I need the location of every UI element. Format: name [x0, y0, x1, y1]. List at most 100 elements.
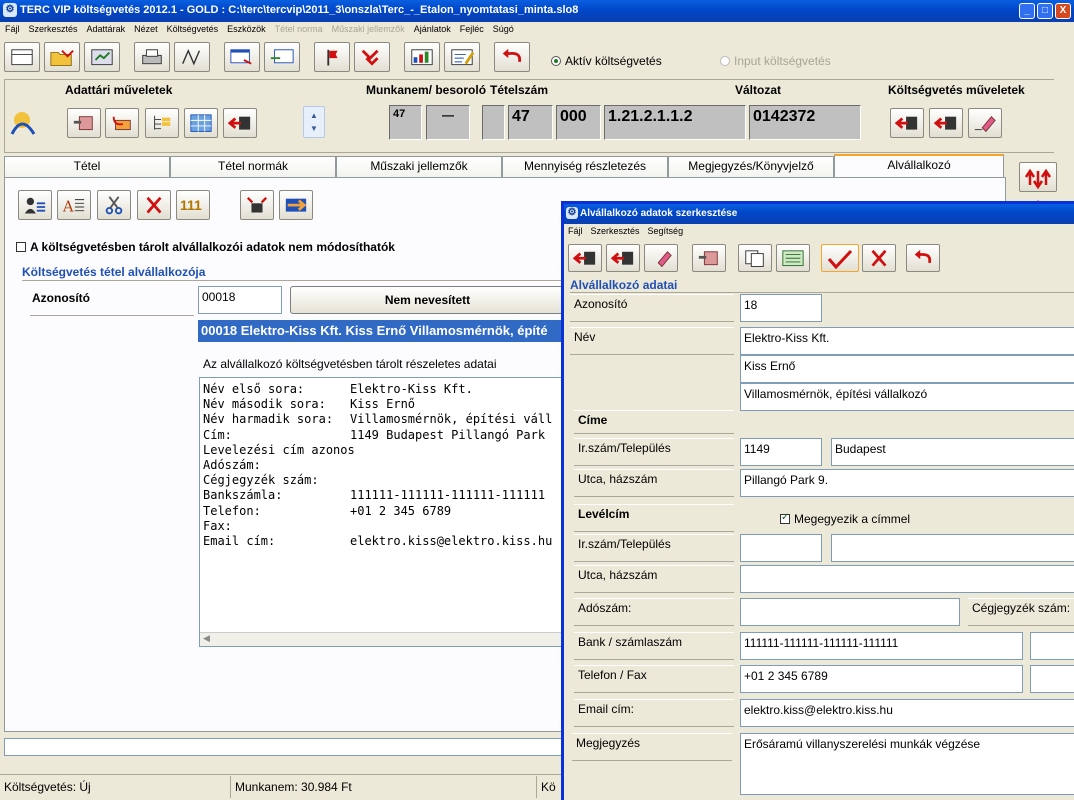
detail-value: Villamosmérnök, építési váll	[350, 412, 553, 427]
detail-value: 1149 Budapest Pillangó Park	[350, 427, 546, 442]
report-button[interactable]	[404, 42, 440, 72]
tab-muszaki[interactable]: Műszaki jellemzők	[336, 156, 502, 177]
new-button[interactable]	[4, 42, 40, 72]
menu-ajanlatok[interactable]: Ajánlatok	[409, 22, 455, 34]
print-button[interactable]	[134, 42, 170, 72]
menu-tools[interactable]: Eszközök	[222, 22, 270, 34]
person-card-button[interactable]	[18, 190, 52, 220]
preview-button[interactable]	[174, 42, 210, 72]
move-up-button[interactable]	[1019, 162, 1057, 192]
same-address-checkbox[interactable]: Megegyezik a címmel	[780, 512, 910, 526]
detail-key: Cégjegyzék szám:	[203, 473, 319, 488]
spin-down-icon[interactable]: ▼	[304, 124, 324, 133]
name-line1-input[interactable]: Elektro-Kiss Kft.	[740, 327, 1074, 355]
spin-control[interactable]: ▲ ▼	[303, 106, 325, 138]
back-button[interactable]	[494, 42, 530, 72]
save-button[interactable]	[84, 42, 120, 72]
spin-up-icon[interactable]: ▲	[304, 111, 324, 120]
menu-fejlec[interactable]: Fejléc	[455, 22, 488, 34]
dialog-title-bar[interactable]: ⚙ Alvállalkozó adatok szerkesztése	[564, 204, 1074, 224]
close-button[interactable]: X	[1055, 3, 1071, 19]
radio-active-budget[interactable]: Aktív költségvetés	[551, 54, 662, 68]
mail-street-input[interactable]	[740, 565, 1074, 593]
mail-zip-input[interactable]	[740, 534, 822, 562]
flag-button[interactable]	[314, 42, 350, 72]
horizontal-scrollbar[interactable]: ◀	[200, 632, 568, 646]
tab-mennyiseg[interactable]: Mennyiség részletezés	[502, 156, 668, 177]
main-title-bar[interactable]: ⚙ TERC VIP költségvetés 2012.1 - GOLD : …	[0, 0, 1074, 22]
section-title: Költségvetés tétel alvállalkozója	[22, 265, 206, 279]
edit-report-button[interactable]	[444, 42, 480, 72]
email-input[interactable]: elektro.kiss@elektro.kiss.hu	[740, 699, 1074, 727]
menu-file[interactable]: Fájl	[0, 22, 24, 34]
dlg-erase-button[interactable]	[644, 244, 678, 272]
zip-input[interactable]: 1149	[740, 438, 822, 466]
dlg-ok-button[interactable]	[821, 244, 859, 272]
bank-account-input[interactable]: 111111-111111-111111-111111	[740, 632, 1023, 660]
mail-city-input[interactable]	[831, 534, 1074, 562]
dlg-export-button[interactable]	[606, 244, 640, 272]
menu-koltsegvetes[interactable]: Költségvetés	[162, 22, 223, 34]
text-edit-button[interactable]: A	[57, 190, 91, 220]
kv-transfer-in-button[interactable]	[890, 108, 924, 138]
grid-button[interactable]	[184, 108, 218, 138]
locked-checkbox[interactable]: A költségvetésben tárolt alvállalkozói a…	[16, 240, 395, 254]
city-input[interactable]: Budapest	[831, 438, 1074, 466]
cancel-x-icon	[871, 249, 887, 267]
name-line2-input[interactable]: Kiss Ernő	[740, 355, 1074, 383]
collapse-button[interactable]	[240, 190, 274, 220]
azonosito-input[interactable]: 18	[740, 294, 822, 322]
minimize-button[interactable]: _	[1019, 3, 1035, 19]
transfer-button[interactable]	[223, 108, 257, 138]
list-icon	[782, 250, 804, 267]
maximize-button[interactable]: □	[1037, 3, 1053, 19]
dlg-hand-button[interactable]	[692, 244, 726, 272]
tab-alvallalkozo[interactable]: Alvállalkozó	[834, 154, 1004, 178]
label-megjegyzes: Megjegyzés	[572, 733, 732, 761]
menu-help[interactable]: Súgó	[488, 22, 518, 34]
swap-button[interactable]	[279, 190, 313, 220]
tab-tetel-normak[interactable]: Tétel normák	[170, 156, 336, 177]
fax-input[interactable]	[1030, 665, 1074, 693]
dlg-import-button[interactable]	[568, 244, 602, 272]
dialog-menu-help[interactable]: Segítség	[644, 226, 688, 236]
adattar-insert-button[interactable]	[105, 108, 139, 138]
detail-key: Név harmadik sora:	[203, 412, 334, 427]
dialog-menu-file[interactable]: Fájl	[564, 226, 587, 236]
dlg-list-button[interactable]	[776, 244, 810, 272]
menu-adattarak[interactable]: Adattárak	[82, 22, 130, 34]
code-munkanem-2: —	[426, 105, 470, 140]
tab-megjegyzes[interactable]: Megjegyzés/Könyvjelző	[668, 156, 834, 177]
export-button[interactable]	[224, 42, 260, 72]
tree-button[interactable]	[145, 108, 179, 138]
dlg-copy-button[interactable]	[738, 244, 772, 272]
kv-erase-button[interactable]	[968, 108, 1002, 138]
detail-textarea[interactable]: Név első sora: Elektro-Kiss Kft. Név másod…	[199, 377, 569, 647]
dlg-cancel-button[interactable]	[862, 244, 896, 272]
selected-subcontractor[interactable]: 00018 Elektro-Kiss Kft. Kiss Ernő Villam…	[198, 320, 568, 342]
dialog-menu-edit[interactable]: Szerkesztés	[587, 226, 644, 236]
adattar-edit-button[interactable]	[67, 108, 101, 138]
id-input[interactable]: 00018	[198, 286, 282, 314]
name-line3-input[interactable]: Villamosmérnök, építési vállalkozó	[740, 383, 1074, 411]
dlg-back-button[interactable]	[906, 244, 940, 272]
kv-transfer-out-button[interactable]	[929, 108, 963, 138]
import-button[interactable]	[264, 42, 300, 72]
unnamed-button[interactable]: Nem nevesített	[290, 286, 565, 314]
delete-button[interactable]	[137, 190, 171, 220]
detail-key: Adószám:	[203, 458, 261, 473]
cut-button[interactable]	[97, 190, 131, 220]
tax-number-input[interactable]	[740, 598, 960, 626]
note-textarea[interactable]: Erősáramú villanyszerelési munkák végzés…	[740, 733, 1074, 795]
numbering-button[interactable]: 111	[176, 190, 210, 220]
phone-input[interactable]: +01 2 345 6789	[740, 665, 1023, 693]
tab-tetel[interactable]: Tétel	[4, 156, 170, 177]
street-input[interactable]: Pillangó Park 9.	[740, 469, 1074, 497]
scroll-left-icon[interactable]: ◀	[203, 633, 210, 644]
menu-view[interactable]: Nézet	[129, 22, 162, 34]
menu-edit[interactable]: Szerkesztés	[24, 22, 82, 34]
merge-button[interactable]	[354, 42, 390, 72]
bank-extra-input[interactable]	[1030, 632, 1074, 660]
label-telefon: Telefon / Fax	[574, 665, 734, 693]
open-button[interactable]	[44, 42, 80, 72]
